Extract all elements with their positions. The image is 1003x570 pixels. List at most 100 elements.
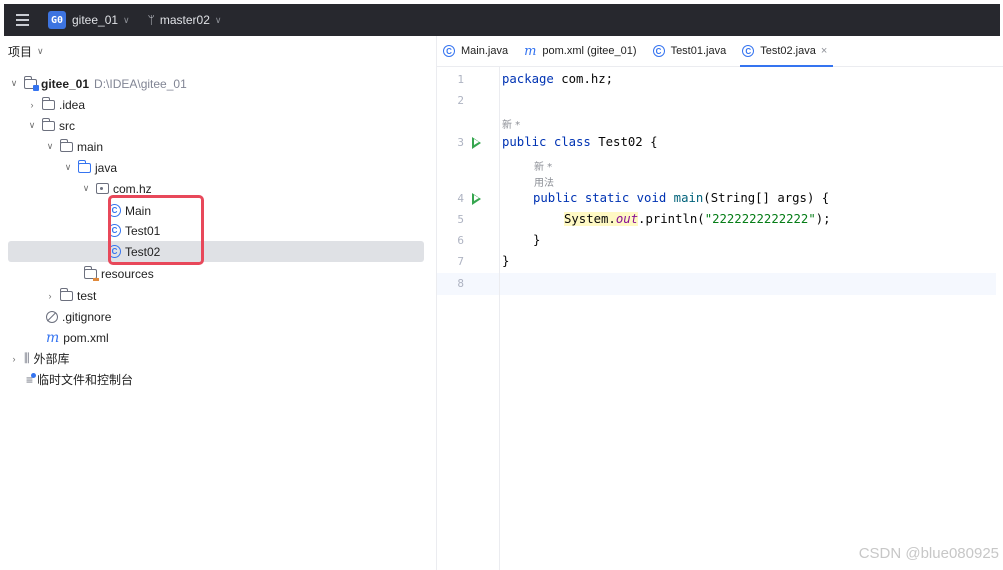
tree-item-label: java [95,160,118,175]
tree-item-label: test [77,288,97,303]
tab-test01-java[interactable]: C Test01.java [647,36,737,66]
library-icon: ⫼ [24,351,30,365]
title-bar: G0 gitee_01 ∨ ᛘ master02 ∨ [4,4,1000,36]
code-line-3[interactable]: public class Test02 { [502,135,657,149]
tree-item-label: resources [101,266,154,281]
watermark: CSDN @blue080925 [858,545,999,562]
code-text: .println( [638,212,705,226]
module-folder-icon [23,75,39,91]
code-line-7[interactable]: } [502,254,509,268]
tree-item-label: Main [125,203,152,218]
chevron-down-icon[interactable]: ∨ [37,46,44,57]
tree-item-root[interactable]: ∨ gitee_01 D:\IDEA\gitee_01 [8,73,187,94]
tree-item-main[interactable]: ∨ main [44,136,103,157]
class-icon: C [108,204,121,217]
code-text: (String[] args) { [703,191,830,205]
tree-item-test02-class[interactable]: C Test02 [8,241,424,262]
tree-item-label: Test01 [125,223,161,238]
line-number: 8 [457,277,464,290]
tree-item-scratches[interactable]: ≡ 临时文件和控制台 [22,369,133,390]
tree-item-java[interactable]: ∨ java [62,157,117,178]
tree-item-gitignore[interactable]: .gitignore [42,306,111,327]
folder-icon [41,117,55,131]
tree-item-label: main [77,139,104,154]
tree-item-label: gitee_01 [41,76,90,91]
tree-item-src[interactable]: ∨ src [26,115,75,136]
tree-item-label: com.hz [113,181,152,196]
tree-item-main-class[interactable]: C Main [104,200,151,221]
line-number: 4 [457,192,464,205]
code-text: } [533,233,541,247]
code-text: ); [815,212,831,226]
class-icon: C [108,245,121,258]
tree-item-test[interactable]: › test [44,285,96,306]
line-number: 2 [457,94,464,107]
code-text: com.hz; [553,72,614,86]
scratch-icon: ≡ [26,372,37,387]
panel-title: 项目 [8,44,33,59]
project-panel-header[interactable]: 项目 ∨ [0,36,436,66]
current-line-highlight [437,273,996,295]
editor-tab-bar: C Main.java m pom.xml (gitee_01) C Test0… [437,36,1003,67]
tab-label: pom.xml (gitee_01) [542,45,637,57]
branch-selector[interactable]: master02 [160,13,210,27]
usages-hint[interactable]: 用法 [534,174,554,189]
expand-arrow-icon[interactable]: ∨ [44,141,56,152]
author-hint[interactable]: 新 * [534,158,552,173]
resources-folder-icon [83,265,99,281]
keyword: public static void [533,191,667,205]
expand-arrow-icon[interactable]: ∨ [26,120,38,131]
branch-icon[interactable]: ᛘ [148,13,155,27]
line-number: 6 [457,234,464,247]
author-hint[interactable]: 新 * [502,116,520,131]
tree-item-resources[interactable]: resources [80,263,154,284]
tab-main-java[interactable]: C Main.java [437,36,518,66]
project-selector[interactable]: gitee_01 [72,13,118,27]
tab-label: Test02.java [760,45,816,57]
keyword: package [502,72,554,86]
project-path: D:\IDEA\gitee_01 [94,76,187,91]
run-icon[interactable] [472,137,481,149]
tree-item-label: Test02 [125,244,161,259]
expand-arrow-icon[interactable]: ∨ [80,183,92,194]
line-number: 1 [457,73,464,86]
tree-item-label: pom.xml [63,330,109,345]
package-icon [96,183,109,194]
tab-pom-xml[interactable]: m pom.xml (gitee_01) [518,36,646,66]
code-line-1[interactable]: package com.hz; [502,72,613,86]
expand-arrow-icon[interactable]: › [8,354,20,364]
class-reference: System. [564,212,616,226]
tree-item-test01-class[interactable]: C Test01 [104,220,160,241]
chevron-down-icon[interactable]: ∨ [215,15,222,26]
run-icon[interactable] [472,193,481,205]
project-badge[interactable]: G0 [48,11,66,29]
tree-item-idea[interactable]: › .idea [26,94,85,115]
chevron-down-icon[interactable]: ∨ [123,15,130,26]
tree-item-external-libs[interactable]: › ⫼ 外部库 [8,348,70,369]
folder-icon [59,287,73,301]
code-line-4[interactable]: public static void main(String[] args) { [533,191,829,205]
close-icon[interactable]: × [821,45,827,57]
main-menu-icon[interactable] [10,8,34,32]
code-text: } [502,254,510,268]
code-text: Test02 { [590,135,658,149]
tree-item-package[interactable]: ∨ com.hz [80,178,152,199]
expand-arrow-icon[interactable]: › [44,291,56,301]
keyword: public class [502,135,591,149]
code-line-5[interactable]: System.out.println("2222222222222"); [564,212,831,226]
ignore-file-icon [46,310,58,323]
tree-item-pom[interactable]: m pom.xml [42,327,109,348]
tab-test02-java[interactable]: C Test02.java × [736,36,837,67]
class-icon: C [742,45,755,57]
expand-arrow-icon[interactable]: ∨ [8,78,20,89]
code-line-6[interactable]: } [533,233,540,247]
expand-arrow-icon[interactable]: › [26,100,38,110]
line-number: 3 [457,136,464,149]
gutter-separator [499,67,500,570]
expand-arrow-icon[interactable]: ∨ [62,162,74,173]
tree-item-label: .gitignore [62,309,112,324]
line-number: 5 [457,213,464,226]
tree-item-label: 临时文件和控制台 [37,373,134,387]
tab-label: Test01.java [670,45,727,57]
tree-item-label: .idea [59,97,86,112]
